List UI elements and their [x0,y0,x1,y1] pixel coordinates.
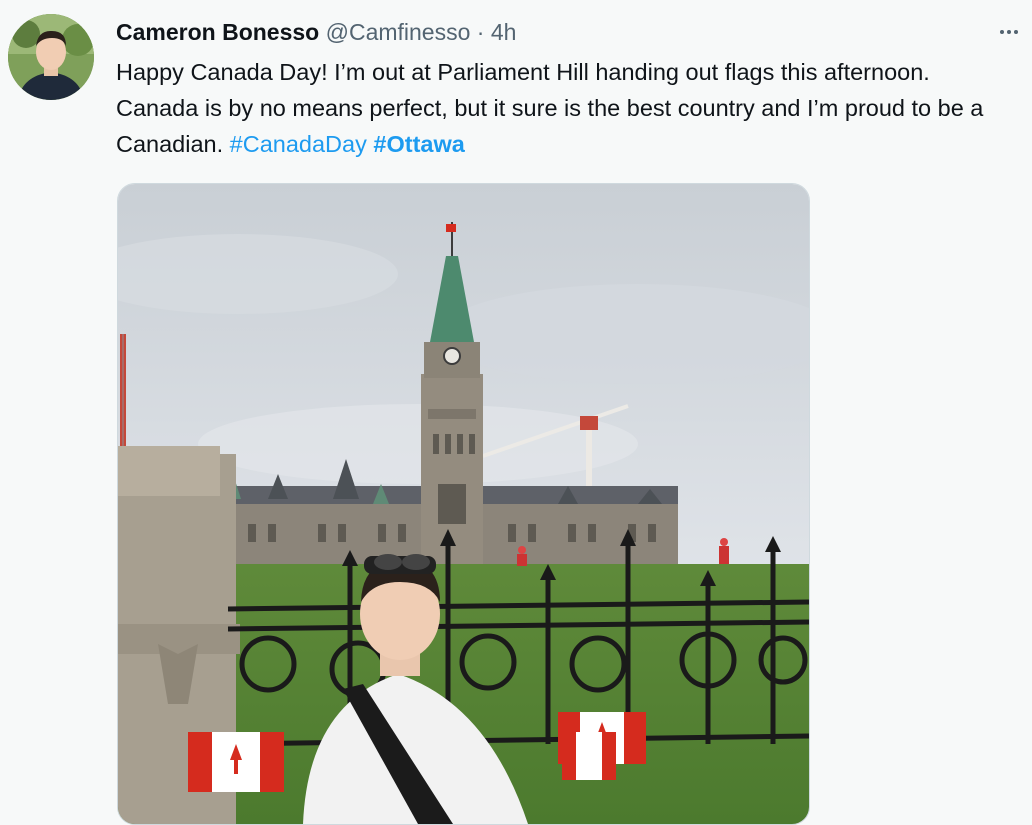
more-horizontal-icon[interactable] [994,20,1024,44]
tweet[interactable]: Cameron Bonesso @Camfinesso · 4h Happy C… [0,0,1032,825]
separator-dot: · [476,19,485,45]
tweet-header: Cameron Bonesso @Camfinesso · 4h [116,16,516,48]
hashtag-ottawa[interactable]: #Ottawa [373,131,464,157]
user-handle[interactable]: @Camfinesso [326,19,471,45]
timestamp[interactable]: 4h [491,19,517,45]
tweet-photo[interactable] [117,183,810,825]
display-name[interactable]: Cameron Bonesso [116,19,319,45]
tweet-text: Happy Canada Day! I’m out at Parliament … [116,54,1016,162]
hashtag-canadaday[interactable]: #CanadaDay [230,131,367,157]
avatar[interactable] [8,14,94,100]
